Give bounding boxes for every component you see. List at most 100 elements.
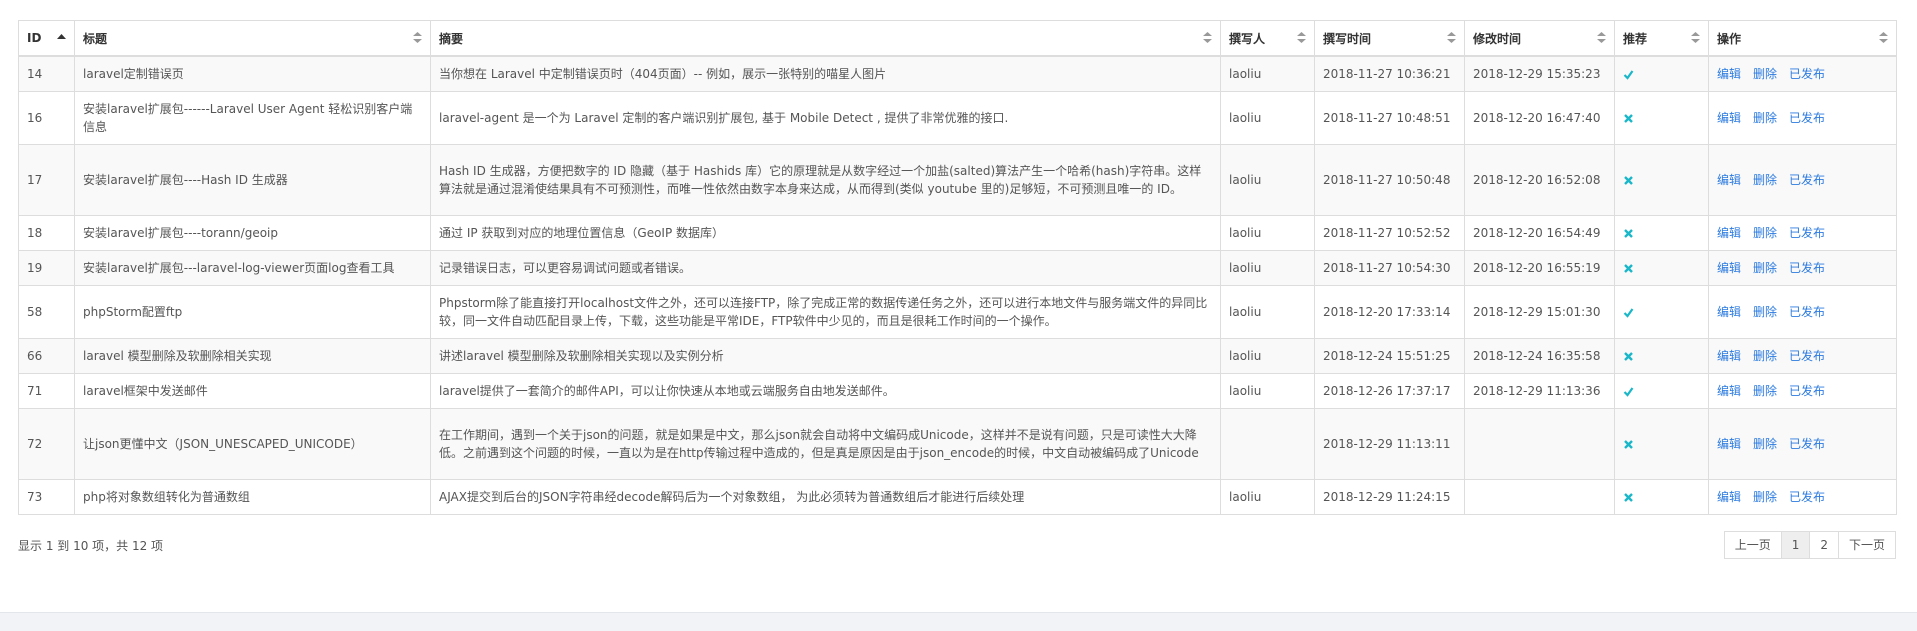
edit-link[interactable]: 编辑 — [1717, 173, 1741, 187]
published-link[interactable]: 已发布 — [1789, 437, 1825, 451]
cell-modified: 2018-12-29 15:01:30 — [1464, 285, 1615, 339]
cell-author: laoliu — [1220, 479, 1315, 515]
column-header-created[interactable]: 撰写时间 — [1314, 20, 1465, 57]
cell-actions: 编辑 删除 已发布 — [1708, 408, 1897, 480]
cell-created: 2018-11-27 10:52:52 — [1314, 215, 1465, 251]
cross-icon — [1623, 263, 1700, 274]
published-link[interactable]: 已发布 — [1789, 67, 1825, 81]
cell-modified — [1464, 479, 1615, 515]
sort-asc-icon — [57, 31, 66, 44]
delete-link[interactable]: 删除 — [1753, 226, 1777, 240]
edit-link[interactable]: 编辑 — [1717, 67, 1741, 81]
cell-recommended — [1614, 144, 1709, 216]
column-header-actions[interactable]: 操作 — [1708, 20, 1897, 57]
cell-title: php将对象数组转化为普通数组 — [74, 479, 431, 515]
table-row: 16 安装laravel扩展包------Laravel User Agent 轻… — [18, 91, 1897, 145]
cell-actions: 编辑 删除 已发布 — [1708, 338, 1897, 374]
delete-link[interactable]: 删除 — [1753, 173, 1777, 187]
cross-icon — [1623, 228, 1700, 239]
edit-link[interactable]: 编辑 — [1717, 437, 1741, 451]
published-link[interactable]: 已发布 — [1789, 111, 1825, 125]
published-link[interactable]: 已发布 — [1789, 173, 1825, 187]
cell-summary: laravel提供了一套简介的邮件API，可以让你快速从本地或云端服务自由地发送… — [430, 373, 1221, 409]
column-header-summary[interactable]: 摘要 — [430, 20, 1221, 57]
delete-link[interactable]: 删除 — [1753, 437, 1777, 451]
delete-link[interactable]: 删除 — [1753, 349, 1777, 363]
cell-recommended — [1614, 55, 1709, 92]
cell-actions: 编辑 删除 已发布 — [1708, 285, 1897, 339]
column-header-author[interactable]: 撰写人 — [1220, 20, 1315, 57]
cell-summary: Hash ID 生成器，方便把数字的 ID 隐藏（基于 Hashids 库）它的… — [430, 144, 1221, 216]
cell-modified: 2018-12-29 15:35:23 — [1464, 55, 1615, 92]
published-link[interactable]: 已发布 — [1789, 490, 1825, 504]
cross-icon — [1623, 492, 1700, 503]
edit-link[interactable]: 编辑 — [1717, 261, 1741, 275]
edit-link[interactable]: 编辑 — [1717, 111, 1741, 125]
table-row: 72 让json更懂中文（JSON_UNESCAPED_UNICODE） 在工作期间… — [18, 408, 1897, 480]
cell-id: 16 — [18, 91, 75, 145]
pagination-info: 显示 1 到 10 项，共 12 项 — [18, 539, 164, 553]
page-bottom-bar — [0, 612, 1917, 631]
delete-link[interactable]: 删除 — [1753, 490, 1777, 504]
next-page-button[interactable]: 下一页 — [1837, 531, 1896, 559]
page-1-button[interactable]: 1 — [1780, 531, 1811, 559]
cell-author: laoliu — [1220, 373, 1315, 409]
check-icon — [1623, 307, 1700, 318]
cell-created: 2018-12-29 11:13:11 — [1314, 408, 1465, 480]
cell-recommended — [1614, 479, 1709, 515]
cell-recommended — [1614, 373, 1709, 409]
cell-author: laoliu — [1220, 215, 1315, 251]
column-header-modified[interactable]: 修改时间 — [1464, 20, 1615, 57]
column-header-title[interactable]: 标题 — [74, 20, 431, 57]
published-link[interactable]: 已发布 — [1789, 261, 1825, 275]
cell-summary: AJAX提交到后台的JSON字符串经decode解码后为一个对象数组， 为此必须… — [430, 479, 1221, 515]
published-link[interactable]: 已发布 — [1789, 226, 1825, 240]
cell-recommended — [1614, 91, 1709, 145]
articles-table: ID 标题 摘要 撰写人 撰写时间 修改时间 推荐 操作 14 laravel定制 — [18, 20, 1897, 515]
delete-link[interactable]: 删除 — [1753, 261, 1777, 275]
cross-icon — [1623, 351, 1700, 362]
edit-link[interactable]: 编辑 — [1717, 349, 1741, 363]
sort-icon — [1597, 31, 1606, 44]
articles-table-wrapper: ID 标题 摘要 撰写人 撰写时间 修改时间 推荐 操作 14 laravel定制 — [18, 20, 1897, 515]
cell-author: laoliu — [1220, 338, 1315, 374]
cell-title: laravel定制错误页 — [74, 55, 431, 92]
delete-link[interactable]: 删除 — [1753, 67, 1777, 81]
table-row: 71 laravel框架中发送邮件 laravel提供了一套简介的邮件API，可以让… — [18, 373, 1897, 409]
cell-id: 14 — [18, 55, 75, 92]
prev-page-button[interactable]: 上一页 — [1723, 531, 1782, 559]
cell-modified: 2018-12-20 16:52:08 — [1464, 144, 1615, 216]
cell-author: laoliu — [1220, 91, 1315, 145]
cell-actions: 编辑 删除 已发布 — [1708, 215, 1897, 251]
column-header-recommended[interactable]: 推荐 — [1614, 20, 1709, 57]
delete-link[interactable]: 删除 — [1753, 111, 1777, 125]
edit-link[interactable]: 编辑 — [1717, 490, 1741, 504]
cell-modified: 2018-12-24 16:35:58 — [1464, 338, 1615, 374]
column-header-id[interactable]: ID — [18, 20, 75, 57]
cell-summary: 通过 IP 获取到对应的地理位置信息（GeoIP 数据库） — [430, 215, 1221, 251]
edit-link[interactable]: 编辑 — [1717, 226, 1741, 240]
pagination: 上一页 1 2 下一页 — [1723, 531, 1896, 559]
edit-link[interactable]: 编辑 — [1717, 305, 1741, 319]
check-icon — [1623, 386, 1700, 397]
cell-actions: 编辑 删除 已发布 — [1708, 250, 1897, 286]
cell-modified — [1464, 408, 1615, 480]
cell-actions: 编辑 删除 已发布 — [1708, 373, 1897, 409]
table-row: 18 安装laravel扩展包----torann/geoip 通过 IP 获取到对… — [18, 215, 1897, 251]
cell-modified: 2018-12-20 16:54:49 — [1464, 215, 1615, 251]
cell-created: 2018-11-27 10:48:51 — [1314, 91, 1465, 145]
edit-link[interactable]: 编辑 — [1717, 384, 1741, 398]
cell-title: 让json更懂中文（JSON_UNESCAPED_UNICODE） — [74, 408, 431, 480]
cell-author: laoliu — [1220, 285, 1315, 339]
cell-modified: 2018-12-20 16:47:40 — [1464, 91, 1615, 145]
cell-summary: 在工作期间，遇到一个关于json的问题，就是如果是中文，那么json就会自动将中… — [430, 408, 1221, 480]
published-link[interactable]: 已发布 — [1789, 349, 1825, 363]
cell-recommended — [1614, 215, 1709, 251]
table-row: 17 安装laravel扩展包----Hash ID 生成器 Hash ID 生成器… — [18, 144, 1897, 216]
published-link[interactable]: 已发布 — [1789, 384, 1825, 398]
delete-link[interactable]: 删除 — [1753, 305, 1777, 319]
cell-title: laravel框架中发送邮件 — [74, 373, 431, 409]
delete-link[interactable]: 删除 — [1753, 384, 1777, 398]
published-link[interactable]: 已发布 — [1789, 305, 1825, 319]
page-2-button[interactable]: 2 — [1809, 531, 1839, 559]
